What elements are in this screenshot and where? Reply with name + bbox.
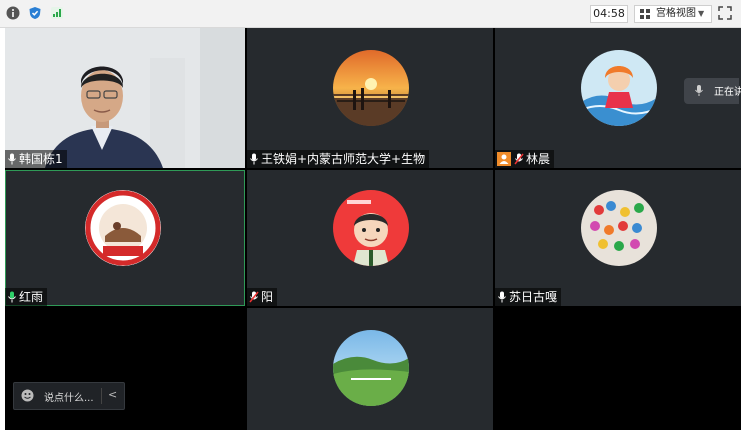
- chat-input[interactable]: 说点什么... <: [13, 382, 125, 410]
- participant-name-label: 王铁娟+内蒙古师范大学+生物: [247, 150, 430, 168]
- meeting-timer: 04:58: [590, 5, 628, 23]
- participant-tile[interactable]: 正在讲 林晨: [495, 28, 741, 168]
- host-badge-icon: [497, 152, 511, 166]
- signal-icon[interactable]: [50, 6, 64, 20]
- mic-muted-icon: [249, 291, 259, 303]
- view-mode-label: 宫格视图: [656, 8, 696, 19]
- mic-icon: [498, 291, 506, 303]
- participant-name: 王铁娟+内蒙古师范大学+生物: [261, 152, 426, 166]
- participant-name-label: 阳: [247, 288, 278, 306]
- emoji-icon[interactable]: [21, 389, 34, 402]
- avatar: [333, 330, 409, 406]
- avatar: [581, 190, 657, 266]
- mic-icon: [8, 291, 16, 303]
- participant-tile[interactable]: 红雨: [5, 170, 245, 306]
- grid-icon: [640, 9, 650, 19]
- chevron-left-icon[interactable]: <: [108, 388, 117, 401]
- video-grid: 韩国栋1 王铁娟+内蒙古师范大学+生物 正在讲 林晨 红雨 阳 苏日古嘎 说点什…: [5, 28, 741, 430]
- mic-muted-icon: [514, 153, 524, 165]
- participant-tile[interactable]: 王铁娟+内蒙古师范大学+生物: [247, 28, 493, 168]
- participant-video: [5, 28, 245, 168]
- mic-icon: [695, 85, 703, 96]
- avatar: [581, 50, 657, 126]
- participant-tile[interactable]: 阳: [247, 170, 493, 306]
- meeting-toolbar: 04:58 宫格视图 ▼: [0, 0, 741, 28]
- view-mode-dropdown[interactable]: 宫格视图 ▼: [634, 5, 712, 23]
- participant-name: 林晨: [526, 152, 551, 166]
- shield-icon[interactable]: [28, 6, 42, 20]
- participant-name-label: 林晨: [495, 150, 555, 168]
- mic-icon: [8, 153, 16, 165]
- fullscreen-icon[interactable]: [718, 6, 732, 20]
- avatar: [333, 50, 409, 126]
- participant-name: 阳: [261, 290, 274, 304]
- participant-name-label: 苏日古嘎: [495, 288, 562, 306]
- speaking-text: 正在讲: [714, 87, 741, 98]
- avatar: [333, 190, 409, 266]
- participant-name-label: 红雨: [5, 288, 48, 306]
- speaking-indicator: 正在讲: [684, 78, 741, 104]
- participant-tile[interactable]: [247, 308, 493, 430]
- participant-name-label: 韩国栋1: [5, 150, 67, 168]
- participant-name: 红雨: [19, 290, 44, 304]
- participant-tile[interactable]: 苏日古嘎: [495, 170, 741, 306]
- participant-name: 韩国栋1: [19, 152, 63, 166]
- info-icon[interactable]: [6, 6, 20, 20]
- chat-placeholder: 说点什么...: [44, 393, 94, 404]
- divider: [101, 388, 102, 404]
- mic-icon: [250, 153, 258, 165]
- chevron-down-icon: ▼: [698, 9, 705, 18]
- avatar: [85, 190, 161, 266]
- participant-name: 苏日古嘎: [509, 290, 558, 304]
- participant-tile[interactable]: 韩国栋1: [5, 28, 245, 168]
